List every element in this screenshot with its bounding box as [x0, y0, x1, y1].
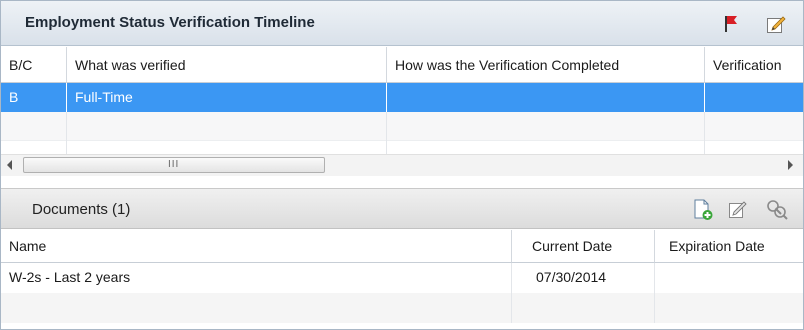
- cell-bc: B: [1, 83, 67, 112]
- flag-icon[interactable]: [724, 15, 738, 33]
- empty-cell: [67, 112, 387, 141]
- empty-cell: [67, 141, 387, 154]
- column-header-expiration-date[interactable]: Expiration Date: [655, 230, 803, 263]
- empty-cell: [387, 141, 705, 154]
- empty-cell: [512, 293, 655, 323]
- document-row[interactable]: W-2s - Last 2 years 07/30/2014: [1, 263, 803, 293]
- column-header-how-completed[interactable]: How was the Verification Completed: [387, 47, 705, 83]
- empty-cell: [1, 112, 67, 141]
- documents-header: Documents (1): [1, 188, 803, 229]
- column-header-bc[interactable]: B/C: [1, 47, 67, 83]
- table-row-empty: [1, 112, 803, 141]
- column-header-name[interactable]: Name: [1, 230, 512, 263]
- document-row-empty: [1, 293, 803, 323]
- empty-cell: [387, 112, 705, 141]
- column-header-what-verified[interactable]: What was verified: [67, 47, 387, 83]
- empty-cell: [1, 293, 512, 323]
- column-header-current-date[interactable]: Current Date: [512, 230, 655, 263]
- table-row-empty: [1, 141, 803, 154]
- column-header-verification[interactable]: Verification: [705, 47, 803, 83]
- employment-verification-panel: Employment Status Verification Timeline …: [0, 0, 804, 330]
- documents-title: Documents (1): [32, 201, 131, 218]
- cell-what-verified: Full-Time: [67, 83, 387, 112]
- horizontal-scrollbar[interactable]: III: [1, 154, 803, 176]
- edit-document-icon[interactable]: [728, 199, 748, 219]
- table-row[interactable]: B Full-Time: [1, 83, 803, 112]
- add-document-icon[interactable]: [693, 199, 713, 221]
- empty-cell: [1, 141, 67, 154]
- panel-title: Employment Status Verification Timeline: [25, 14, 315, 31]
- cell-how-completed: [387, 83, 705, 112]
- scrollbar-grip: III: [168, 159, 180, 170]
- document-current-date: 07/30/2014: [512, 263, 655, 293]
- panel-header: Employment Status Verification Timeline: [1, 1, 803, 46]
- document-name: W-2s - Last 2 years: [1, 263, 512, 293]
- view-document-icon[interactable]: [765, 199, 789, 221]
- scroll-left-arrow-icon[interactable]: [7, 160, 12, 170]
- scroll-right-arrow-icon[interactable]: [788, 160, 793, 170]
- document-expiration-date: [655, 263, 803, 293]
- cell-verification: [705, 83, 803, 112]
- edit-icon[interactable]: [766, 14, 786, 34]
- scrollbar-thumb[interactable]: III: [23, 157, 325, 173]
